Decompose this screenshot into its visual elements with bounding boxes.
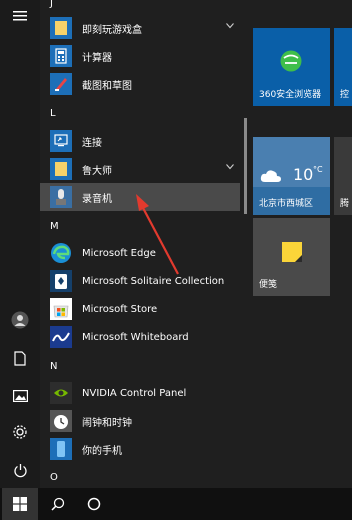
start-button[interactable]: [2, 488, 38, 520]
taskbar: [0, 488, 352, 520]
cortana-button[interactable]: [76, 488, 112, 520]
annotation-arrow: [136, 194, 179, 275]
search-button[interactable]: [40, 488, 76, 520]
windows-logo-icon: [13, 497, 27, 511]
cortana-icon: [87, 497, 101, 511]
start-menu: J 即刻玩游戏盒 计算器 截图和草图 L 连接 鲁大师 录音机 M Micros…: [0, 0, 352, 488]
search-icon: [51, 497, 65, 511]
